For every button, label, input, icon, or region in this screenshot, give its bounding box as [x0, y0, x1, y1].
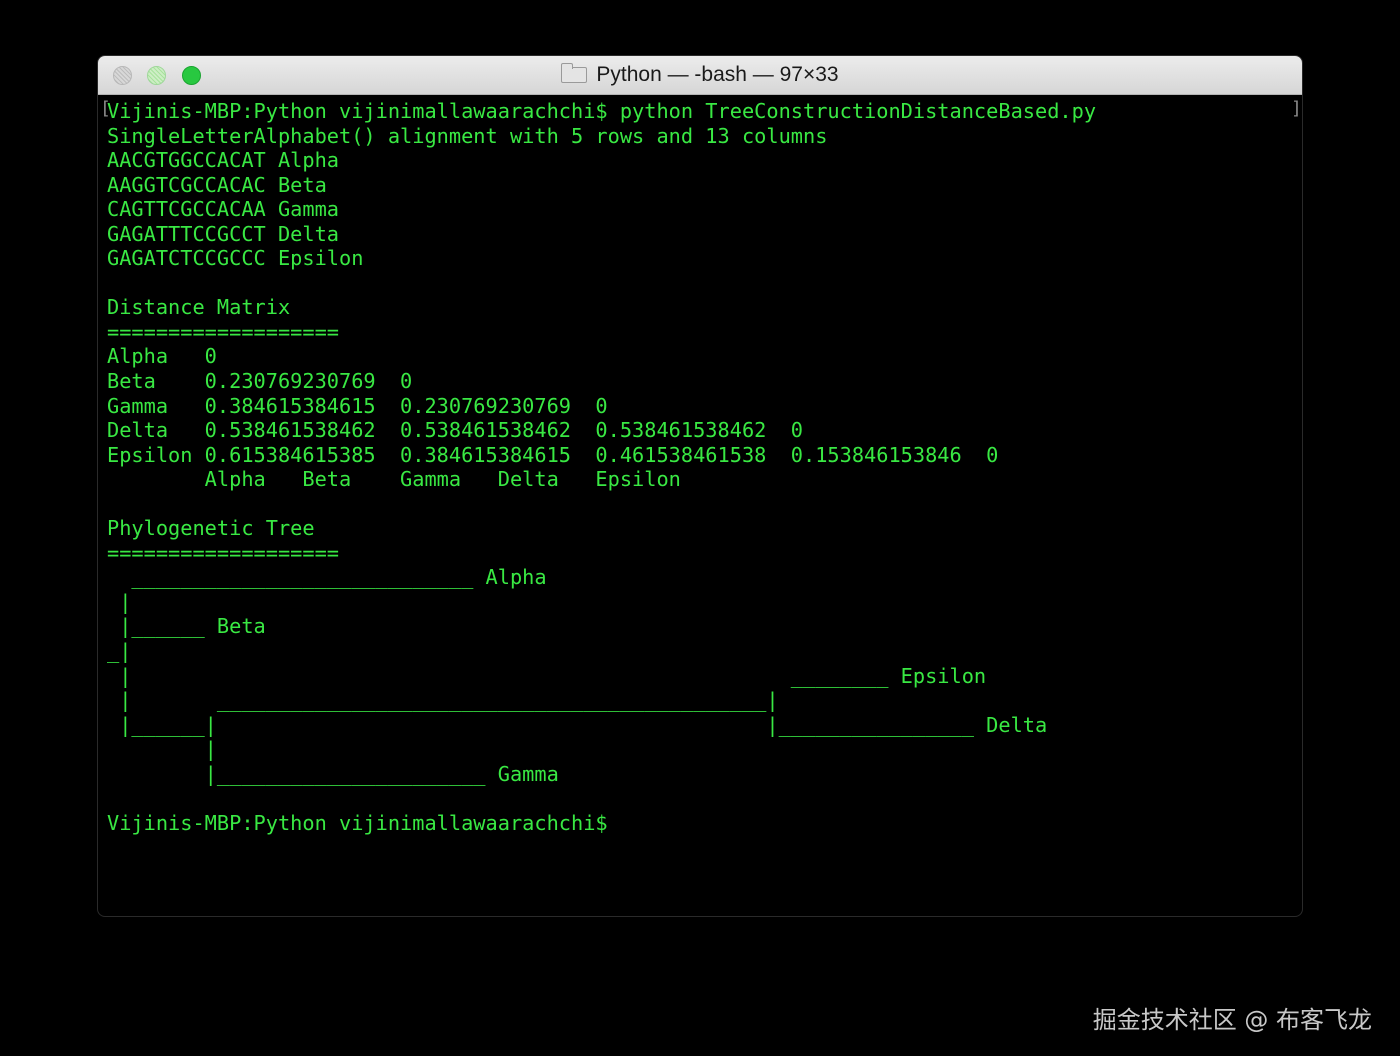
terminal-line: | ________ Epsilon [107, 663, 987, 688]
terminal-window: Python — -bash — 97×33 [ ] Vijinis-MBP:P… [98, 56, 1302, 916]
terminal-line: Vijinis-MBP:Python vijinimallawaarachchi… [107, 810, 608, 835]
scroll-marker-right: ] [1291, 98, 1302, 119]
terminal-line: Vijinis-MBP:Python vijinimallawaarachchi… [107, 99, 1097, 123]
terminal-line: | ______________________________________… [107, 688, 779, 713]
terminal-line: Alpha 0 [107, 344, 217, 369]
title-bar[interactable]: Python — -bash — 97×33 [98, 56, 1302, 95]
window-title: Python — -bash — 97×33 [596, 63, 839, 86]
terminal-output[interactable]: Vijinis-MBP:Python vijinimallawaarachchi… [107, 99, 1096, 835]
terminal-line: Epsilon 0.615384615385 0.384615384615 0.… [107, 442, 999, 467]
terminal-line: Gamma 0.384615384615 0.230769230769 0 [107, 393, 608, 418]
terminal-line: AAGGTCGCCACAC Beta [107, 172, 327, 197]
folder-icon [561, 63, 588, 83]
terminal-line: | [107, 589, 132, 614]
terminal-line: |______________________ Gamma [107, 761, 559, 786]
terminal-line: =================== [107, 540, 339, 565]
terminal-line: Distance Matrix [107, 295, 291, 320]
terminal-line: ____________________________ Alpha [107, 565, 547, 590]
terminal-line: SingleLetterAlphabet() alignment with 5 … [107, 123, 828, 148]
watermark: 掘金技术社区 @ 布客飞龙 [1092, 1006, 1372, 1034]
terminal-line: |______ Beta [107, 614, 266, 639]
terminal-line: Phylogenetic Tree [107, 516, 315, 541]
terminal-line: GAGATTTCCGCCT Delta [107, 221, 339, 246]
terminal-line: Beta 0.230769230769 0 [107, 369, 413, 394]
terminal-line: Delta 0.538461538462 0.538461538462 0.53… [107, 418, 803, 443]
terminal-line: _| [107, 639, 132, 664]
terminal-line: =================== [107, 319, 339, 344]
terminal-line: Alpha Beta Gamma Delta Epsilon [107, 467, 681, 492]
terminal-line: |______| |________________ Delta [107, 712, 1048, 737]
terminal-line: AACGTGGCCACAT Alpha [107, 148, 339, 173]
terminal-line: CAGTTCGCCACAA Gamma [107, 197, 339, 222]
terminal-line: | [107, 737, 217, 762]
terminal-line: GAGATCTCCGCCC Epsilon [107, 246, 364, 271]
window-title-container: Python — -bash — 97×33 [98, 56, 1302, 94]
